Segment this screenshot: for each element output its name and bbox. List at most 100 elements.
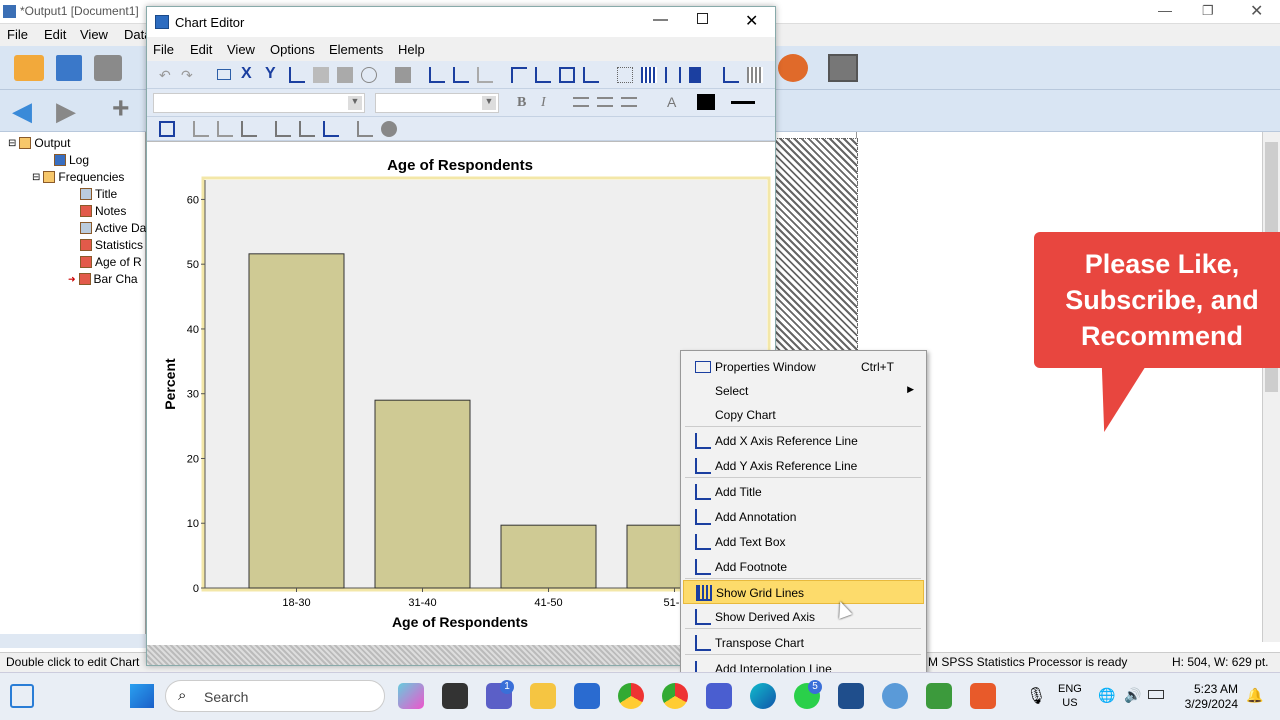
taskbar-search[interactable]: ⌕ Search (165, 680, 385, 712)
file-explorer-icon[interactable] (530, 683, 556, 709)
save-icon[interactable] (56, 55, 82, 81)
select-y-axis-icon[interactable]: Y (265, 65, 281, 82)
copilot-icon[interactable] (398, 683, 424, 709)
content-vscrollbar[interactable] (1262, 132, 1280, 642)
annotation-icon[interactable] (535, 67, 551, 83)
menu-item-add-footnote[interactable]: Add Footnote (683, 555, 924, 579)
fit-icon[interactable] (299, 121, 315, 137)
align-center-icon[interactable] (597, 97, 613, 107)
footnote-icon[interactable] (583, 67, 599, 83)
battery-icon[interactable] (1148, 690, 1164, 699)
viewer-menu-edit[interactable]: Edit (44, 27, 66, 42)
ce-menu-file[interactable]: File (153, 42, 174, 57)
bars-icon[interactable] (747, 67, 763, 83)
tree-node-notes[interactable]: Notes (80, 204, 126, 218)
open-folder-icon[interactable] (14, 55, 44, 81)
rescale-axis-icon[interactable] (289, 67, 305, 83)
font-family-select[interactable]: ▼ (153, 93, 365, 113)
undo-icon[interactable]: ↶ (159, 67, 175, 83)
forward-arrow-icon[interactable]: ▶ (56, 96, 76, 127)
chart-title[interactable]: Age of Respondents (387, 157, 533, 174)
menu-item-properties-window[interactable]: Properties Window Ctrl+T (683, 355, 924, 379)
ce-menu-view[interactable]: View (227, 42, 255, 57)
clock[interactable]: 5:23 AM 3/29/2024 (1182, 682, 1238, 712)
line-style-icon[interactable] (731, 101, 755, 104)
menu-item-add-annotation[interactable]: Add Annotation (683, 505, 924, 529)
back-arrow-icon[interactable]: ◀ (12, 96, 32, 127)
derived-axis-icon[interactable] (665, 67, 681, 83)
tree-node-bar-chart[interactable]: ➜ Bar Cha (68, 272, 138, 286)
transpose-icon[interactable] (723, 67, 739, 83)
font-size-select[interactable]: ▼ (375, 93, 499, 113)
scatter-icon[interactable] (275, 121, 291, 137)
print-icon[interactable] (94, 55, 122, 81)
fit-line-icon[interactable] (477, 67, 493, 83)
tree-node-frequencies[interactable]: ⊟ Frequencies (32, 170, 124, 184)
expand-plus-icon[interactable]: + (112, 92, 130, 126)
menu-item-show-derived-axis[interactable]: Show Derived Axis (683, 605, 924, 629)
align-left-icon[interactable] (573, 97, 589, 107)
close-icon[interactable]: ✕ (1250, 1, 1263, 21)
x-reference-line-icon[interactable] (429, 67, 445, 83)
terminal-icon[interactable] (442, 683, 468, 709)
chrome-icon[interactable] (618, 683, 644, 709)
pie-chart-icon[interactable] (381, 121, 397, 137)
calculator-icon[interactable] (706, 683, 732, 709)
title-icon[interactable] (511, 67, 527, 83)
ce-menu-edit[interactable]: Edit (190, 42, 212, 57)
scale-icon[interactable] (313, 67, 329, 83)
tree-node-active-dataset[interactable]: Active Da (80, 221, 146, 235)
outline-hscrollbar[interactable] (0, 634, 146, 648)
spss-chart-taskbar-icon[interactable] (882, 683, 908, 709)
lasso-icon[interactable] (361, 67, 377, 83)
menu-item-add-text-box[interactable]: Add Text Box (683, 530, 924, 554)
select-x-axis-icon[interactable]: X (241, 65, 257, 82)
bar-18-30[interactable] (248, 253, 345, 589)
line-chart-icon[interactable] (241, 121, 257, 137)
menu-item-add-title[interactable]: Add Title (683, 480, 924, 504)
widgets-icon[interactable] (10, 684, 34, 708)
chrome-profile-icon[interactable] (662, 683, 688, 709)
text-color-icon[interactable]: A (667, 94, 683, 110)
tree-node-statistics[interactable]: Statistics (80, 238, 143, 252)
grid-dotted-icon[interactable] (617, 67, 633, 83)
bar-31-40[interactable] (374, 399, 471, 589)
start-icon[interactable] (130, 684, 154, 708)
clustered-bar-icon[interactable] (217, 121, 233, 137)
bar-chart-type-icon[interactable] (193, 121, 209, 137)
chart-select-icon[interactable] (159, 121, 175, 137)
y-axis-label[interactable]: Percent (162, 358, 178, 410)
notification-bell-icon[interactable]: 🔔 (1246, 687, 1263, 704)
language-indicator[interactable]: ENG US (1058, 682, 1082, 710)
spss-taskbar-icon[interactable] (838, 683, 864, 709)
tree-node-output[interactable]: ⊟ Output (8, 136, 70, 150)
text-box-icon[interactable] (559, 67, 575, 83)
bar-41-50[interactable] (500, 524, 597, 589)
ce-menu-elements[interactable]: Elements (329, 42, 383, 57)
bold-icon[interactable]: B (517, 95, 533, 111)
menu-item-add-x-axis-reference-line[interactable]: Add X Axis Reference Line (683, 429, 924, 453)
menu-item-select[interactable]: Select ▶ (683, 379, 924, 403)
menu-item-add-y-axis-reference-line[interactable]: Add Y Axis Reference Line (683, 454, 924, 478)
viewer-menu-file[interactable]: File (7, 27, 28, 42)
minimize-icon[interactable]: — (653, 11, 668, 28)
stop-icon[interactable] (828, 54, 858, 82)
redo-icon[interactable]: ↷ (181, 67, 197, 83)
interpolation-line-icon[interactable] (323, 121, 339, 137)
viewer-menu-view[interactable]: View (80, 27, 108, 42)
microphone-icon[interactable]: 🎙 (1026, 686, 1046, 706)
camtasia-orange-icon[interactable] (970, 683, 996, 709)
minimize-icon[interactable]: — (1158, 2, 1172, 18)
menu-item-copy-chart[interactable]: Copy Chart (683, 403, 924, 427)
volume-icon[interactable]: 🔊 (1124, 687, 1141, 704)
tree-node-log[interactable]: Log (54, 153, 89, 167)
tree-node-age-table[interactable]: Age of R (80, 255, 142, 269)
store-icon[interactable] (574, 683, 600, 709)
tree-node-title[interactable]: Title (80, 187, 117, 201)
y-reference-line-icon[interactable] (453, 67, 469, 83)
area-chart-icon[interactable] (357, 121, 373, 137)
close-icon[interactable]: ✕ (745, 11, 758, 31)
properties-icon[interactable] (217, 69, 231, 80)
x-axis-label[interactable]: Age of Respondents (392, 614, 528, 630)
restore-icon[interactable]: ❐ (1202, 3, 1214, 19)
